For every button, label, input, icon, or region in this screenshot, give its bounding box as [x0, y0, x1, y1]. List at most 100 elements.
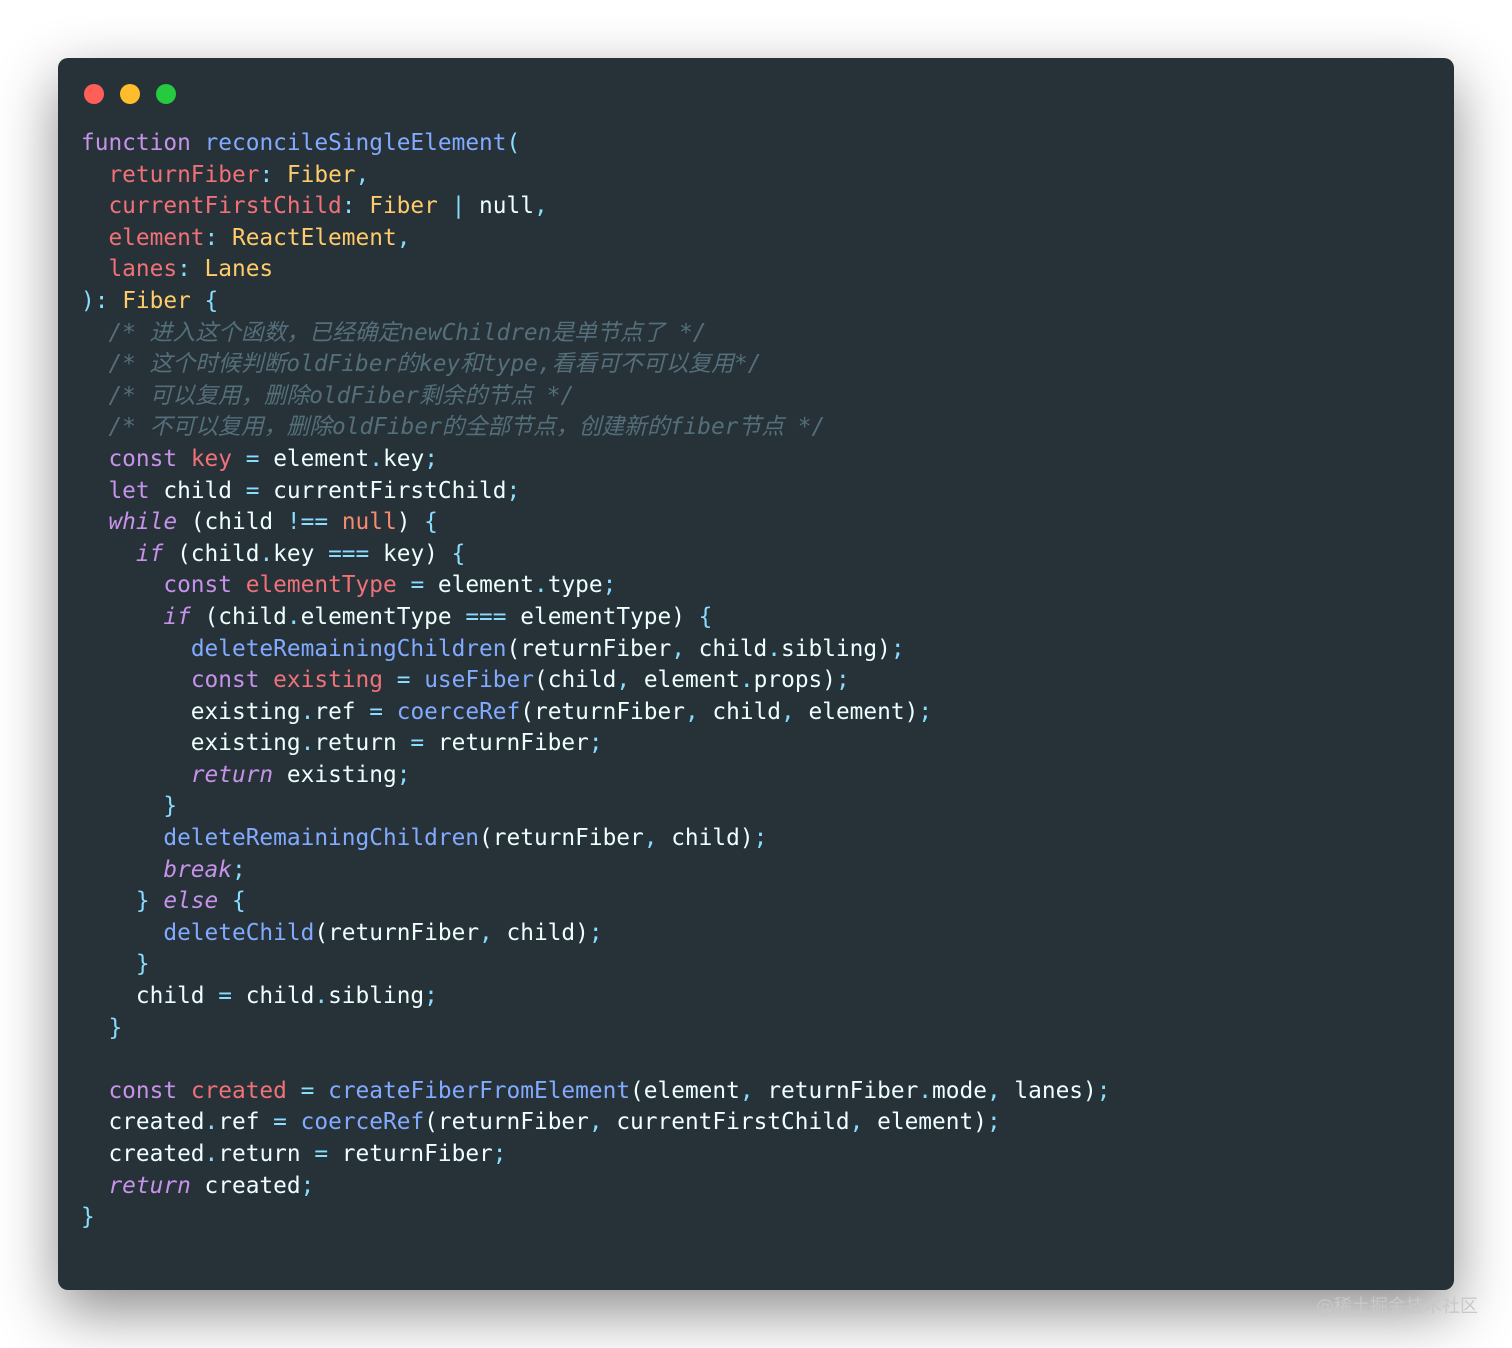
code-token: , — [986, 1077, 1001, 1104]
code-token: const — [108, 445, 178, 472]
code-line: deleteRemainingChildren(returnFiber, chi… — [81, 634, 1110, 666]
code-token: , — [616, 667, 631, 694]
code-token: , — [739, 1077, 754, 1104]
code-token: return — [108, 1172, 191, 1199]
code-token: element — [108, 224, 205, 251]
close-button[interactable] — [84, 84, 104, 104]
code-token: = — [300, 1077, 315, 1104]
code-token: existing — [273, 761, 397, 788]
code-line: const key = element.key; — [81, 444, 1110, 476]
code-token: (element — [630, 1077, 740, 1104]
code-line: } — [81, 949, 1110, 981]
code-line: element: ReactElement, — [81, 223, 1110, 255]
code-line: return created; — [81, 1171, 1110, 1203]
code-line: let child = currentFirstChild; — [81, 476, 1110, 508]
code-token: created — [190, 1077, 287, 1104]
minimize-button[interactable] — [120, 84, 140, 104]
code-token: (returnFiber — [479, 825, 644, 852]
code-line: function reconcileSingleElement( — [81, 128, 1110, 160]
code-line: child = child.sibling; — [81, 981, 1110, 1013]
code-token: sibling — [328, 983, 425, 1010]
code-token: key — [383, 445, 425, 472]
code-token: = — [245, 477, 260, 504]
code-token: coerceRef — [300, 1109, 425, 1136]
code-token: , — [533, 193, 548, 220]
code-line: /* 进入这个函数，已经确定newChildren是单节点了 */ — [81, 318, 1110, 350]
code-token: ; — [588, 730, 603, 757]
code-token: else — [163, 888, 219, 915]
code-token: mode — [932, 1077, 987, 1104]
code-token: returnFiber — [108, 161, 260, 188]
code-token: } — [163, 793, 178, 820]
code-token: . — [314, 983, 329, 1010]
code-token: ; — [300, 1172, 315, 1199]
code-line: if (child.elementType === elementType) { — [81, 602, 1110, 634]
code-line: return existing; — [81, 760, 1110, 792]
code-token: ReactElement — [231, 224, 397, 251]
code-token: existing — [81, 698, 301, 725]
code-token: ; — [424, 983, 438, 1010]
code-token: ; — [602, 572, 617, 599]
code-token: , — [396, 224, 411, 251]
code-line: const elementType = element.type; — [81, 570, 1110, 602]
code-token: function — [81, 130, 191, 156]
code-token: . — [300, 730, 315, 757]
code-line: break; — [81, 855, 1110, 887]
code-token: : — [177, 256, 205, 283]
code-line: const created = createFiberFromElement(e… — [81, 1076, 1110, 1108]
code-line: created.ref = coerceRef(returnFiber, cur… — [81, 1107, 1110, 1139]
code-line: created.return = returnFiber; — [81, 1139, 1110, 1171]
code-token: (child — [163, 540, 260, 567]
code-token: elementType — [245, 572, 397, 599]
code-line: /* 可以复用，删除oldFiber剩余的节点 */ — [81, 381, 1110, 413]
code-token: ref — [218, 1109, 274, 1136]
maximize-button[interactable] — [156, 84, 176, 104]
code-token: !== — [286, 509, 329, 536]
code-line: currentFirstChild: Fiber | null, — [81, 191, 1110, 223]
code-token: } — [108, 1014, 123, 1041]
code-token: element — [424, 572, 534, 599]
code-token: /* 不可以复用，删除oldFiber的全部节点，创建新的fiber节点 */ — [108, 414, 826, 441]
code-line: } else { — [81, 886, 1110, 918]
code-token: ( — [506, 130, 521, 156]
code-line: while (child !== null) { — [81, 507, 1110, 539]
code-token: element) — [863, 1109, 987, 1136]
code-token: ; — [588, 919, 603, 946]
code-token: , — [643, 825, 658, 852]
code-line: if (child.key === key) { — [81, 539, 1110, 571]
code-token: , — [479, 919, 493, 946]
code-token: currentFirstChild — [259, 477, 507, 504]
code-line: } — [81, 1013, 1110, 1045]
code-token: . — [767, 635, 782, 662]
code-token: { — [698, 603, 713, 630]
code-token: } — [81, 1204, 95, 1231]
code-token: = — [396, 667, 411, 694]
code-token: element — [630, 667, 740, 694]
code-token: created — [81, 1141, 205, 1167]
code-token: null — [465, 193, 534, 220]
code-token: returnFiber — [424, 730, 589, 757]
code-line: deleteRemainingChildren(returnFiber, chi… — [81, 823, 1110, 855]
code-token: : — [204, 224, 232, 251]
code-token: (child — [177, 509, 287, 536]
